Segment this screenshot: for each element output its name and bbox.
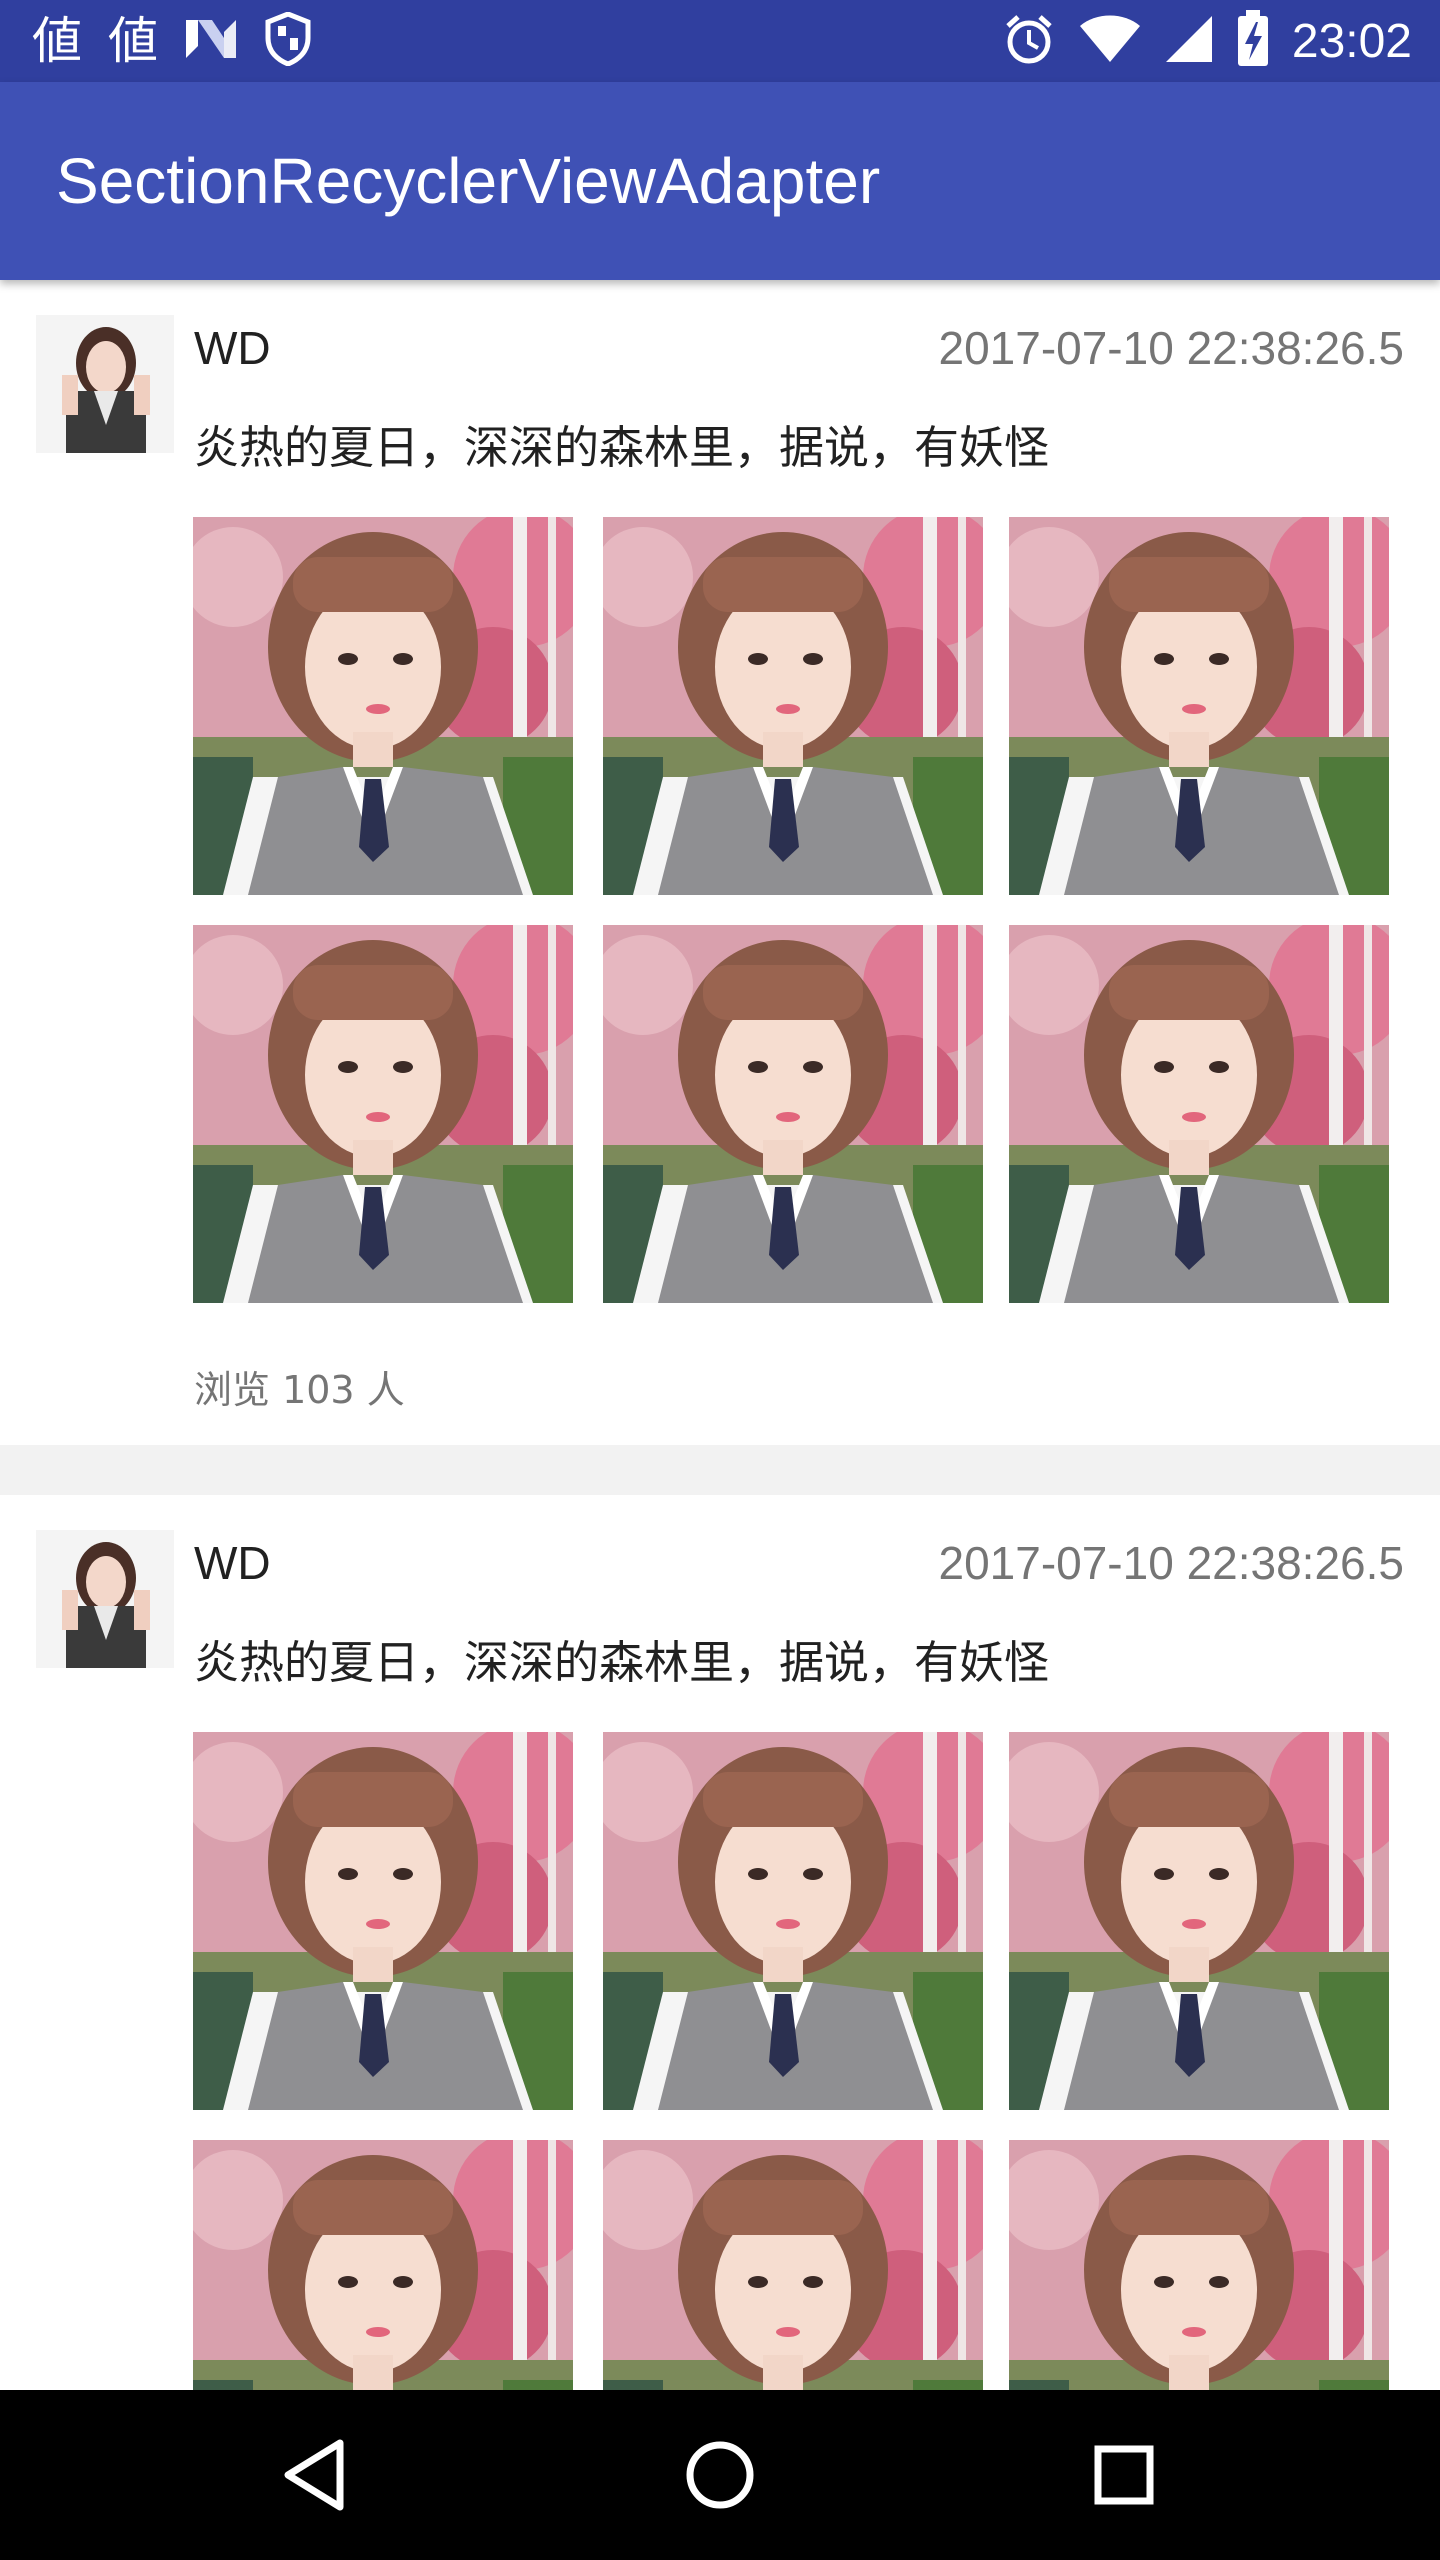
post-timestamp: 2017-07-10 22:38:26.5 <box>938 322 1404 374</box>
avatar[interactable] <box>36 1530 174 1668</box>
wifi-icon <box>1078 14 1142 68</box>
status-time: 23:02 <box>1291 14 1412 68</box>
post-photo[interactable] <box>603 2140 983 2390</box>
app-notification-glyph: 値 <box>108 12 158 70</box>
view-count: 浏览 103 人 <box>194 1368 405 1412</box>
avatar[interactable] <box>36 315 174 453</box>
post-photo[interactable] <box>193 1732 573 2110</box>
status-bar: 値 値 23:02 <box>0 0 1440 82</box>
author-name[interactable]: WD <box>194 1531 271 1595</box>
post-timestamp: 2017-07-10 22:38:26.5 <box>938 1537 1404 1589</box>
post-photo[interactable] <box>1009 2140 1389 2390</box>
recents-icon <box>1094 2445 1154 2505</box>
home-button[interactable] <box>670 2425 770 2525</box>
status-left-icons: 値 値 <box>32 10 312 72</box>
page-title: SectionRecyclerViewAdapter <box>56 145 881 217</box>
status-right-icons: 23:02 <box>1002 10 1412 72</box>
post-text: 炎热的夏日，深深的森林里，据说，有妖怪 <box>194 421 1050 474</box>
section-divider <box>0 1445 1440 1495</box>
post-photo[interactable] <box>193 2140 573 2390</box>
post-photo[interactable] <box>193 925 573 1303</box>
post-photo[interactable] <box>1009 925 1389 1303</box>
post-photo[interactable] <box>1009 517 1389 895</box>
app-bar: SectionRecyclerViewAdapter <box>0 82 1440 280</box>
post-photo[interactable] <box>603 1732 983 2110</box>
home-icon <box>686 2441 754 2509</box>
n-logo-icon <box>184 16 238 66</box>
feed-list[interactable]: WD 2017-07-10 22:38:26.5 炎热的夏日，深深的森林里，据说… <box>0 280 1440 2390</box>
back-icon <box>284 2439 344 2511</box>
recents-button[interactable] <box>1074 2425 1174 2525</box>
post-photo[interactable] <box>193 517 573 895</box>
post-text: 炎热的夏日，深深的森林里，据说，有妖怪 <box>194 1636 1050 1689</box>
alarm-icon <box>1002 12 1056 70</box>
post-photo[interactable] <box>1009 1732 1389 2110</box>
author-name[interactable]: WD <box>194 316 271 380</box>
post-photo[interactable] <box>603 925 983 1303</box>
back-button[interactable] <box>266 2425 366 2525</box>
post-photo[interactable] <box>603 517 983 895</box>
shield-icon <box>264 11 312 70</box>
app-notification-glyph: 値 <box>32 12 82 70</box>
signal-icon <box>1164 14 1214 68</box>
navigation-bar <box>0 2390 1440 2560</box>
battery-charging-icon <box>1236 10 1270 72</box>
post-item[interactable]: WD 2017-07-10 22:38:26.5 炎热的夏日，深深的森林里，据说… <box>0 280 1440 1445</box>
post-item[interactable]: WD 2017-07-10 22:38:26.5 炎热的夏日，深深的森林里，据说… <box>0 1495 1440 2390</box>
